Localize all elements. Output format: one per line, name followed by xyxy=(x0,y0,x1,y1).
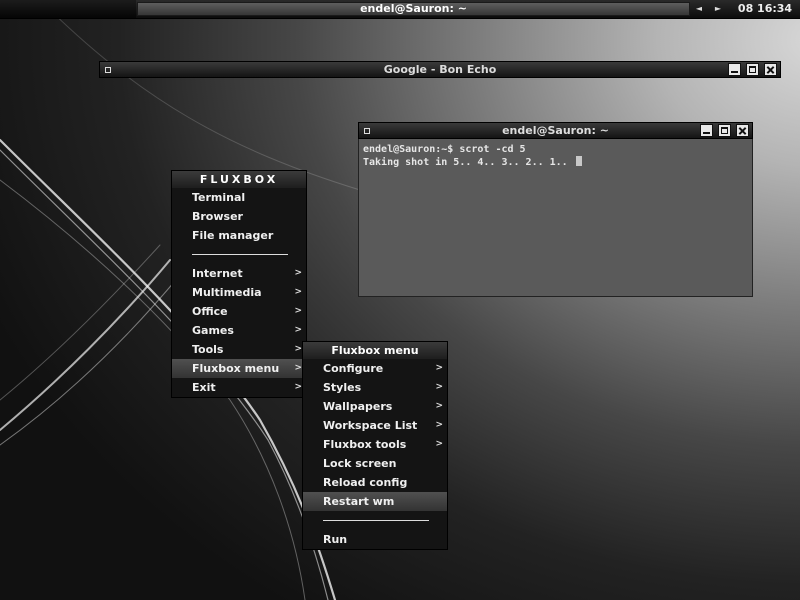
menu-item-lock-screen[interactable]: Lock screen xyxy=(303,454,447,473)
menu-item-configure[interactable]: Configure > xyxy=(303,359,447,378)
submenu-arrow-icon: > xyxy=(435,439,443,449)
browser-window-title: Google - Bon Echo xyxy=(383,63,497,76)
prev-workspace-button[interactable]: ◄ xyxy=(692,2,706,16)
taskbar-item-terminal[interactable]: endel@Sauron: ~ xyxy=(137,2,690,16)
submenu-arrow-icon: > xyxy=(435,363,443,373)
menu-item-file-manager[interactable]: File manager xyxy=(172,226,306,245)
submenu-arrow-icon: > xyxy=(294,287,302,297)
submenu-arrow-icon: > xyxy=(294,344,302,354)
fluxbox-submenu: Fluxbox menu Configure > Styles > Wallpape… xyxy=(302,341,448,550)
submenu-arrow-icon: > xyxy=(294,306,302,316)
window-menu-icon[interactable] xyxy=(364,128,370,134)
menu-item-fluxbox-tools[interactable]: Fluxbox tools > xyxy=(303,435,447,454)
terminal-window-title: endel@Sauron: ~ xyxy=(502,124,609,137)
browser-maximize-button[interactable] xyxy=(746,63,759,76)
terminal-cursor xyxy=(575,156,582,166)
fluxbox-root-menu: FLUXBOX Terminal Browser File manager In… xyxy=(171,170,307,398)
menu-item-styles[interactable]: Styles > xyxy=(303,378,447,397)
menu-item-tools[interactable]: Tools > xyxy=(172,340,306,359)
menu-separator xyxy=(303,511,447,530)
menu-item-restart-wm[interactable]: Restart wm xyxy=(303,492,447,511)
submenu-arrow-icon: > xyxy=(294,382,302,392)
terminal-output[interactable]: endel@Sauron:~$ scrot -cd 5 Taking shot i… xyxy=(358,139,753,297)
browser-minimize-button[interactable] xyxy=(728,63,741,76)
toolbar: endel@Sauron: ~ ◄ ► 08 16:34 xyxy=(0,0,800,19)
toolbar-workspace-slot[interactable] xyxy=(0,0,136,18)
terminal-maximize-button[interactable] xyxy=(718,124,731,137)
submenu-arrow-icon: > xyxy=(435,420,443,430)
terminal-close-button[interactable] xyxy=(736,124,749,137)
browser-close-button[interactable] xyxy=(764,63,777,76)
browser-window-titlebar[interactable]: Google - Bon Echo xyxy=(99,61,781,78)
menu-item-games[interactable]: Games > xyxy=(172,321,306,340)
next-workspace-button[interactable]: ► xyxy=(711,2,725,16)
terminal-line: endel@Sauron:~$ scrot -cd 5 xyxy=(363,144,526,155)
window-menu-icon[interactable] xyxy=(105,67,111,73)
menu-item-internet[interactable]: Internet > xyxy=(172,264,306,283)
menu-title: FLUXBOX xyxy=(172,171,306,188)
submenu-arrow-icon: > xyxy=(294,363,302,373)
desktop[interactable]: endel@Sauron: ~ ◄ ► 08 16:34 Google - Bo… xyxy=(0,0,800,600)
menu-item-reload-config[interactable]: Reload config xyxy=(303,473,447,492)
submenu-title: Fluxbox menu xyxy=(303,342,447,359)
clock: 08 16:34 xyxy=(737,2,793,15)
terminal-minimize-button[interactable] xyxy=(700,124,713,137)
submenu-arrow-icon: > xyxy=(294,325,302,335)
submenu-arrow-icon: > xyxy=(435,401,443,411)
menu-item-run[interactable]: Run xyxy=(303,530,447,549)
terminal-line: Taking shot in 5.. 4.. 3.. 2.. 1.. xyxy=(363,157,574,168)
menu-item-fluxbox-menu[interactable]: Fluxbox menu > xyxy=(172,359,306,378)
menu-item-multimedia[interactable]: Multimedia > xyxy=(172,283,306,302)
menu-item-terminal[interactable]: Terminal xyxy=(172,188,306,207)
terminal-window-titlebar[interactable]: endel@Sauron: ~ xyxy=(358,122,753,139)
submenu-arrow-icon: > xyxy=(294,268,302,278)
menu-item-exit[interactable]: Exit > xyxy=(172,378,306,397)
menu-item-office[interactable]: Office > xyxy=(172,302,306,321)
menu-separator xyxy=(172,245,306,264)
menu-item-browser[interactable]: Browser xyxy=(172,207,306,226)
submenu-arrow-icon: > xyxy=(435,382,443,392)
menu-item-workspace-list[interactable]: Workspace List > xyxy=(303,416,447,435)
menu-item-wallpapers[interactable]: Wallpapers > xyxy=(303,397,447,416)
